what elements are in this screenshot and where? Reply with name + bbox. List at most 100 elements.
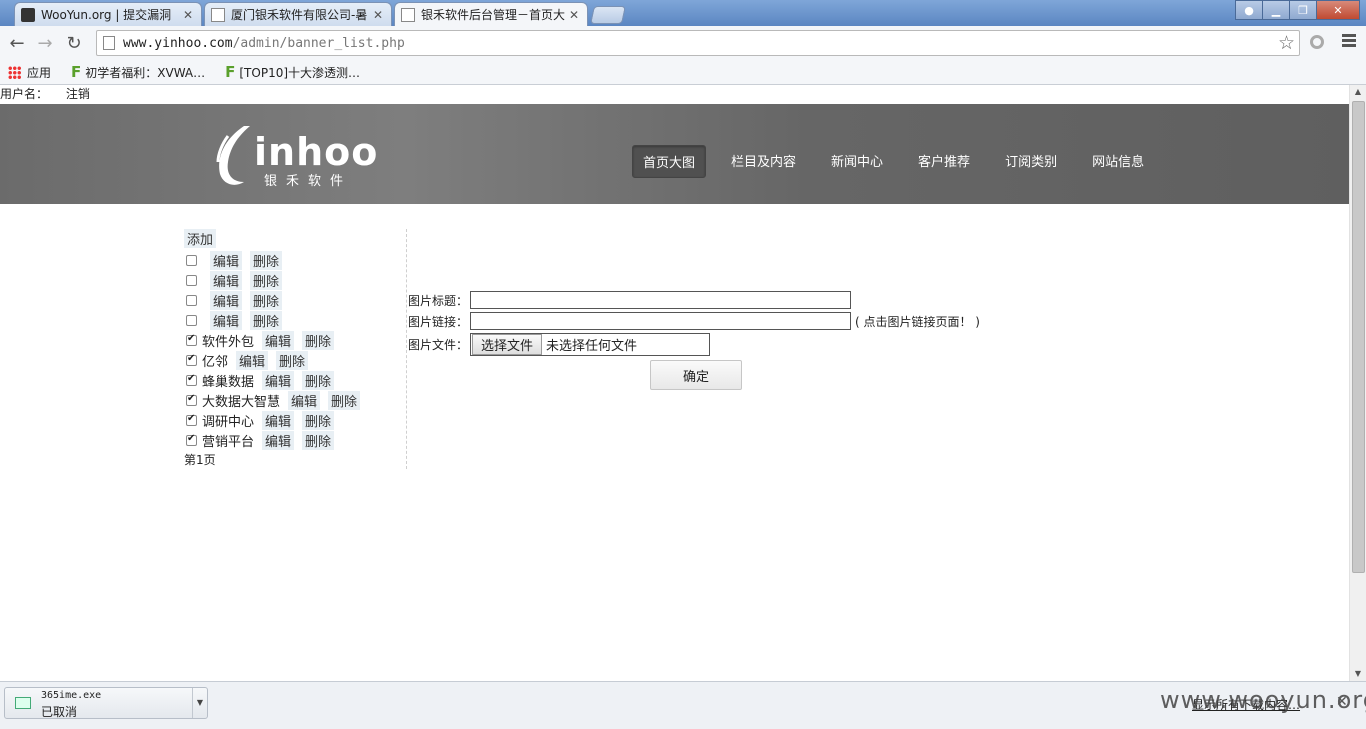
yinhoo-logo[interactable]: inhoo 银禾软件 [214, 124, 384, 189]
delete-link[interactable]: 删除 [302, 410, 335, 430]
address-bar[interactable]: www.yinhoo.com/admin/banner_list.php ☆ [96, 30, 1300, 56]
delete-link[interactable]: 删除 [302, 370, 335, 390]
nav-subscription[interactable]: 订阅类别 [995, 145, 1067, 178]
item-name: 软件外包 [202, 334, 255, 350]
delete-link[interactable]: 删除 [250, 310, 283, 330]
list-item: 调研中心 编辑 删除 [184, 410, 406, 430]
tab-close-icon[interactable]: ✕ [371, 8, 385, 22]
page-favicon-icon [401, 7, 415, 22]
item-checkbox[interactable] [186, 433, 197, 446]
list-item: 亿邻 编辑 删除 [184, 350, 406, 370]
edit-link[interactable]: 编辑 [210, 250, 243, 270]
nav-client-recommend[interactable]: 客户推荐 [908, 145, 980, 178]
link-label: 图片链接： [408, 314, 469, 329]
banner-list: 添加 编辑 删除 编辑 删除 编辑 删除 编辑 删除 软件外包 [184, 229, 407, 469]
logout-link[interactable]: 注销 [66, 87, 90, 101]
tab-title: WooYun.org | 提交漏洞 [41, 8, 172, 22]
chevron-down-icon[interactable]: ▼ [192, 688, 207, 718]
close-window-icon[interactable]: ✕ [1316, 0, 1360, 20]
tab-admin[interactable]: 银禾软件后台管理－首页大 ✕ [394, 2, 588, 26]
page-scrollbar[interactable]: ▲ ▼ [1349, 85, 1366, 681]
scroll-down-icon[interactable]: ▼ [1350, 667, 1366, 681]
item-checkbox[interactable] [186, 353, 197, 366]
item-checkbox[interactable] [186, 413, 197, 426]
tab-close-icon[interactable]: ✕ [181, 8, 195, 22]
title-row: 图片标题： [408, 290, 980, 310]
item-checkbox[interactable] [186, 274, 197, 286]
tab-wooyun[interactable]: WooYun.org | 提交漏洞 ✕ [14, 2, 202, 26]
nav-columns-content[interactable]: 栏目及内容 [721, 145, 806, 178]
delete-link[interactable]: 删除 [328, 390, 361, 410]
link-row: 图片链接： ( 点击图片链接页面！ ) [408, 311, 980, 331]
title-input[interactable] [470, 291, 851, 309]
item-checkbox[interactable] [186, 333, 197, 346]
bookmark-apps[interactable]: 应用 [0, 64, 51, 81]
bookmark-label: [TOP10]十大渗透测… [239, 65, 361, 80]
delete-link[interactable]: 删除 [276, 350, 309, 370]
download-status: 已取消 [41, 705, 78, 719]
nav-home-banner[interactable]: 首页大图 [632, 145, 707, 178]
minimize-icon[interactable]: ▁ [1262, 0, 1290, 20]
list-item: 软件外包 编辑 删除 [184, 330, 406, 350]
bookmark-label: 初学者福利：XVWA… [85, 65, 206, 80]
scroll-thumb[interactable] [1352, 101, 1365, 573]
item-name: 蜂巢数据 [202, 374, 255, 390]
bookmark-xvwa[interactable]: F 初学者福利：XVWA… [71, 63, 205, 81]
new-tab-button[interactable] [590, 6, 626, 24]
exe-file-icon [15, 697, 31, 709]
url-text: www.yinhoo.com/admin/banner_list.php [123, 36, 405, 51]
item-name: 大数据大智慧 [202, 394, 281, 410]
list-item: 蜂巢数据 编辑 删除 [184, 370, 406, 390]
delete-link[interactable]: 删除 [250, 250, 283, 270]
bookmark-star-icon[interactable]: ☆ [1278, 32, 1295, 54]
edit-link[interactable]: 编辑 [236, 350, 269, 370]
bookmark-top10[interactable]: F [TOP10]十大渗透测… [225, 63, 360, 81]
forward-arrow-icon[interactable]: → [33, 31, 57, 55]
link-input[interactable] [470, 312, 851, 330]
submit-button[interactable]: 确定 [650, 360, 742, 390]
tab-close-icon[interactable]: ✕ [567, 8, 581, 22]
item-checkbox[interactable] [186, 373, 197, 386]
delete-link[interactable]: 删除 [302, 330, 335, 350]
edit-link[interactable]: 编辑 [262, 370, 295, 390]
tab-yinhoo-home[interactable]: 厦门银禾软件有限公司-暑 ✕ [204, 2, 392, 26]
add-link[interactable]: 添加 [184, 229, 217, 248]
item-checkbox[interactable] [186, 393, 197, 406]
page-icon [103, 36, 115, 50]
edit-link[interactable]: 编辑 [210, 270, 243, 290]
user-icon[interactable]: ● [1235, 0, 1263, 20]
back-arrow-icon[interactable]: ← [5, 31, 29, 55]
delete-link[interactable]: 删除 [250, 270, 283, 290]
edit-link[interactable]: 编辑 [262, 330, 295, 350]
restore-icon[interactable]: ❐ [1289, 0, 1317, 20]
reload-icon[interactable]: ↻ [62, 31, 86, 55]
scroll-up-icon[interactable]: ▲ [1350, 85, 1366, 99]
choose-file-button[interactable]: 选择文件 [472, 333, 543, 355]
menu-icon[interactable] [1342, 34, 1356, 49]
nav-news-center[interactable]: 新闻中心 [821, 145, 893, 178]
close-download-bar-icon[interactable]: ✕ [1336, 694, 1348, 710]
logo-subtitle: 银禾软件 [264, 174, 353, 189]
list-item: 大数据大智慧 编辑 删除 [184, 390, 406, 410]
item-checkbox[interactable] [186, 314, 197, 326]
item-checkbox[interactable] [186, 294, 197, 306]
item-checkbox[interactable] [186, 254, 197, 266]
extension-icon[interactable] [1310, 35, 1324, 49]
title-label: 图片标题： [408, 293, 469, 308]
item-name: 调研中心 [202, 414, 255, 430]
list-item: 营销平台 编辑 删除 [184, 430, 406, 450]
list-item: 编辑 删除 [184, 270, 406, 290]
bookmark-label: 应用 [27, 65, 52, 80]
freebuf-icon: F [225, 63, 236, 81]
edit-link[interactable]: 编辑 [288, 390, 321, 410]
file-input[interactable]: 选择文件 未选择任何文件 [470, 332, 710, 356]
window-controls: ● ▁ ❐ ✕ [1235, 0, 1360, 20]
delete-link[interactable]: 删除 [302, 430, 335, 450]
edit-link[interactable]: 编辑 [262, 430, 295, 450]
delete-link[interactable]: 删除 [250, 290, 283, 310]
edit-link[interactable]: 编辑 [210, 310, 243, 330]
nav-site-info[interactable]: 网站信息 [1082, 145, 1154, 178]
edit-link[interactable]: 编辑 [262, 410, 295, 430]
download-item[interactable]: 365ime.exe 已取消 ▼ [4, 687, 208, 719]
edit-link[interactable]: 编辑 [210, 290, 243, 310]
